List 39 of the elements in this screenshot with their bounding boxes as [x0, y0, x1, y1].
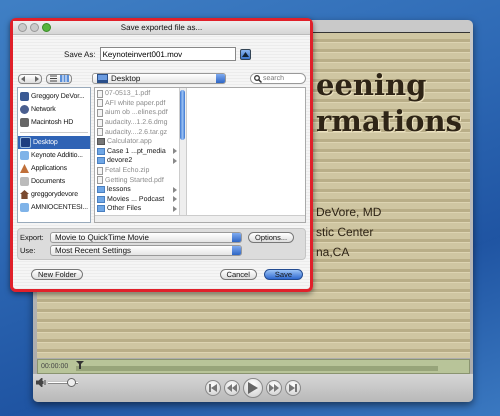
skip-to-end-button[interactable] — [285, 380, 301, 396]
slide-title: rmations — [316, 103, 463, 139]
fast-forward-icon — [269, 384, 279, 392]
rewind-button[interactable] — [224, 380, 240, 396]
slide-text: stic Center — [316, 225, 374, 240]
location-popup[interactable]: Desktop — [92, 73, 226, 84]
close-button[interactable] — [18, 23, 27, 32]
view-mode-button[interactable] — [46, 74, 72, 84]
volume-thumb[interactable] — [66, 378, 76, 387]
zoom-button[interactable] — [42, 23, 51, 32]
vertical-scrollbar[interactable] — [179, 88, 186, 215]
collapse-button[interactable] — [240, 48, 251, 60]
save-as-label: Save As: — [64, 50, 96, 58]
export-popup[interactable]: Movie to QuickTime Movie — [50, 232, 242, 243]
fast-forward-button[interactable] — [266, 380, 282, 396]
settings-popup[interactable]: Most Recent Settings — [50, 245, 242, 256]
playhead[interactable] — [76, 361, 84, 369]
horizontal-scrollbar[interactable] — [95, 215, 305, 222]
slide-title: eening — [316, 67, 428, 103]
filename-field[interactable]: Keynoteinvert001.mov — [100, 47, 236, 61]
scroll-thumb[interactable] — [180, 90, 185, 140]
volume-slider[interactable] — [48, 378, 78, 387]
house-icon — [20, 190, 29, 199]
popup-arrows-icon — [216, 74, 225, 83]
skip-end-icon — [289, 384, 297, 392]
applications-icon — [20, 164, 29, 173]
play-button[interactable] — [243, 378, 263, 398]
skip-to-start-button[interactable] — [205, 380, 221, 396]
rewind-icon — [227, 384, 237, 392]
triangle-up-icon — [242, 52, 249, 56]
play-icon — [248, 382, 258, 394]
window-title: Save exported file as... — [120, 23, 204, 32]
slide-text: DeVore, MD — [316, 205, 382, 220]
application-icon — [97, 138, 105, 146]
speaker-icon — [36, 378, 46, 387]
skip-start-icon — [209, 384, 217, 392]
back-forward-button[interactable] — [18, 74, 42, 84]
minimize-button[interactable] — [30, 23, 39, 32]
slide-text: na,CA — [316, 245, 350, 260]
